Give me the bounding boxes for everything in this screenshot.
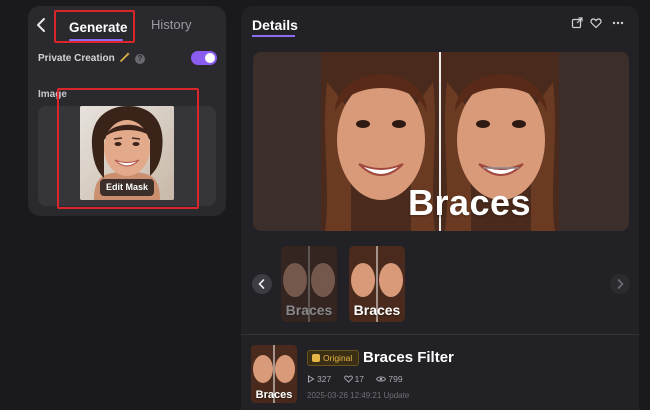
active-tab-indicator xyxy=(69,39,123,41)
views-stat: 799 xyxy=(376,374,403,384)
private-creation-toggle[interactable] xyxy=(191,51,217,65)
tab-generate[interactable]: Generate xyxy=(54,10,135,43)
views-count: 799 xyxy=(388,374,403,384)
details-title-underline xyxy=(252,35,295,37)
tab-bar: Generate History xyxy=(28,6,226,46)
private-creation-row: Private Creation ? xyxy=(38,50,218,68)
runs-stat: 327 xyxy=(307,374,331,384)
carousel-prev-button[interactable] xyxy=(252,274,272,294)
carousel-next-button[interactable] xyxy=(610,274,630,294)
details-title: Details xyxy=(252,17,298,33)
updated-timestamp: 2025-03-26 12:49:21 Update xyxy=(307,391,410,400)
cover-label: Braces xyxy=(255,389,293,401)
toggle-knob xyxy=(205,53,215,63)
heart-icon[interactable] xyxy=(590,17,602,29)
carousel-thumbnail[interactable]: Braces xyxy=(281,246,337,322)
back-chevron-icon[interactable] xyxy=(35,17,49,33)
runs-count: 327 xyxy=(317,374,332,384)
tab-history[interactable]: History xyxy=(151,17,191,32)
filter-name: Braces Filter xyxy=(363,349,454,366)
stats-row: 327 17 799 xyxy=(307,374,413,386)
thumbnail-label: Braces xyxy=(353,302,401,318)
more-horizontal-icon[interactable] xyxy=(612,17,624,29)
private-creation-label: Private Creation xyxy=(38,53,115,64)
original-badge: Original xyxy=(307,350,360,366)
filter-cover-image: Braces xyxy=(251,345,297,403)
badge-label: Original xyxy=(323,353,353,363)
eye-icon xyxy=(376,376,387,382)
details-panel: Details Braces Braces Braces Braces Orig… xyxy=(241,6,639,410)
chevron-left-icon xyxy=(258,279,265,289)
heart-icon xyxy=(343,375,353,383)
result-preview[interactable]: Braces xyxy=(253,52,629,231)
edit-mask-button[interactable]: Edit Mask xyxy=(100,179,154,196)
tab-generate-label: Generate xyxy=(69,20,128,35)
likes-count: 17 xyxy=(354,374,365,384)
badge-icon xyxy=(312,354,320,362)
section-divider xyxy=(241,334,639,335)
share-icon[interactable] xyxy=(571,17,583,29)
play-icon xyxy=(308,375,315,383)
thumbnail-label: Braces xyxy=(285,302,333,318)
likes-stat: 17 xyxy=(343,374,365,384)
carousel-thumbnail-selected[interactable]: Braces xyxy=(349,246,405,322)
image-section-label: Image xyxy=(38,89,67,100)
chevron-right-icon xyxy=(617,279,624,289)
magic-wand-icon xyxy=(120,52,130,62)
help-circle-icon[interactable]: ? xyxy=(135,54,145,64)
preview-title-text: Braces xyxy=(407,182,532,223)
